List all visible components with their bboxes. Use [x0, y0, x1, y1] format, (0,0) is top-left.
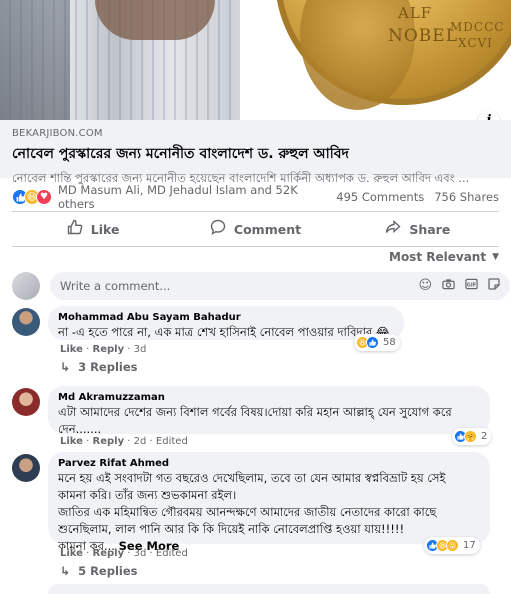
- medal-text-year-2: XCVI: [458, 36, 493, 50]
- comment-time[interactable]: 3d: [134, 548, 147, 559]
- comment-bubble: Parvez Rifat Ahmed মনে হয় এই সংবাদটা গত…: [48, 452, 490, 553]
- comment-reactions[interactable]: 😆 😮 17: [424, 537, 480, 554]
- comment-text: মনে হয় এই সংবাদটা গত বছরেও দেখেছিলাম, ত…: [58, 471, 446, 485]
- comment-meta: Like · Reply · 2d · Edited: [60, 436, 188, 447]
- reply-arrow-icon: ↳: [60, 564, 71, 578]
- gif-icon[interactable]: GIF: [465, 278, 478, 294]
- reactor-names[interactable]: MD Masum Ali, MD Jehadul Islam and 52K o…: [58, 183, 336, 211]
- edited-label: Edited: [155, 436, 188, 447]
- comment-like-link[interactable]: Like: [60, 436, 83, 447]
- share-count[interactable]: 756 Shares: [434, 190, 499, 204]
- avatar[interactable]: [12, 454, 40, 482]
- svg-text:GIF: GIF: [467, 282, 477, 288]
- share-arrow-icon: [385, 219, 401, 239]
- comment-sort-dropdown[interactable]: Most Relevant ▼: [389, 250, 499, 264]
- reply-arrow-icon: ↳: [60, 360, 71, 374]
- camera-icon[interactable]: [442, 278, 455, 294]
- comment-text: এটা আমাদের দেশের জন্য বিশাল গর্বের বিষয়…: [58, 405, 452, 419]
- comment: Md Akramuzzaman এটা আমাদের দেশের জন্য বি…: [12, 386, 502, 448]
- comment-meta: Like · Reply · 3d · Edited: [60, 548, 188, 559]
- avatar[interactable]: [12, 388, 40, 416]
- comment-input[interactable]: [60, 279, 419, 293]
- reaction-count: 58: [383, 337, 396, 348]
- edited-label: Edited: [155, 548, 188, 559]
- comment: Mohammad Abu Sayam Bahadur না -এ হতে পার…: [12, 306, 502, 376]
- thumbs-up-icon: [67, 219, 83, 239]
- comment-bubble-icon: [210, 219, 226, 239]
- reaction-icons[interactable]: 😆 ♥: [12, 189, 52, 205]
- comment-button[interactable]: Comment: [174, 216, 336, 242]
- comment-like-link[interactable]: Like: [60, 344, 83, 355]
- replies-label: 5 Replies: [78, 564, 138, 578]
- comment-text: জাতির এক মহিমান্বিত গৌরবময় আনন্দক্ষণে আ…: [58, 505, 437, 519]
- share-label: Share: [409, 221, 451, 237]
- comment-count[interactable]: 495 Comments: [336, 190, 424, 204]
- comment-time[interactable]: 2d: [134, 436, 147, 447]
- replies-label: 3 Replies: [78, 360, 138, 374]
- comment-time[interactable]: 3d: [134, 344, 147, 355]
- care-reaction-icon: 🤗: [464, 430, 477, 443]
- comment-reply-link[interactable]: Reply: [93, 344, 125, 355]
- post-actions: Like Comment Share: [12, 216, 499, 242]
- like-button[interactable]: Like: [12, 216, 174, 242]
- comment-text: শুনেছিলাম, লাল পানি আর কি কি দিয়েই নাকি…: [58, 522, 405, 536]
- chevron-down-icon: ▼: [492, 252, 499, 262]
- comment-reactions[interactable]: 🤗 2: [452, 428, 492, 445]
- wow-reaction-icon: 😮: [446, 539, 459, 552]
- link-title: নোবেল পুরস্কারের জন্য মনোনীত বাংলাদেশ ড.…: [12, 146, 349, 162]
- emoji-icon[interactable]: ☺: [418, 278, 432, 294]
- comment-author[interactable]: Mohammad Abu Sayam Bahadur: [58, 312, 394, 323]
- medal-text-alf: ALF: [398, 4, 433, 22]
- link-preview[interactable]: BEKARJIBON.COM নোবেল পুরস্কারের জন্য মনো…: [0, 120, 511, 185]
- comment-reply-link[interactable]: Reply: [93, 436, 125, 447]
- avatar[interactable]: [12, 308, 40, 336]
- sort-label: Most Relevant: [389, 250, 487, 264]
- comment-text: না -এ হতে পারে না, এক মাত্র শেখ হাসিনাই …: [58, 325, 390, 339]
- comment-reply-link[interactable]: Reply: [93, 548, 125, 559]
- view-replies-link[interactable]: ↳ 5 Replies: [60, 564, 137, 578]
- comment-composer: ☺ GIF: [12, 272, 510, 300]
- like-label: Like: [90, 221, 120, 237]
- post-link-image[interactable]: ALF NOBEL MDCCC XCVI: [0, 0, 511, 120]
- link-domain: BEKARJIBON.COM: [12, 128, 103, 139]
- comment-bubble: Mohammad Abu Sayam Bahadur না -এ হতে পার…: [48, 306, 404, 340]
- comment-label: Comment: [233, 221, 302, 237]
- love-reaction-icon: ♥: [36, 189, 52, 205]
- like-reaction-icon: [366, 336, 379, 349]
- comment-input-box[interactable]: ☺ GIF: [50, 272, 510, 300]
- share-button[interactable]: Share: [337, 216, 499, 242]
- comment-meta: Like · Reply · 3d: [60, 344, 147, 355]
- comment: Parvez Rifat Ahmed মনে হয় এই সংবাদটা গত…: [12, 452, 502, 582]
- view-replies-link[interactable]: ↳ 3 Replies: [60, 360, 137, 374]
- comment-author[interactable]: Md Akramuzzaman: [58, 392, 480, 403]
- medal-text-nobel: NOBEL: [388, 26, 459, 46]
- reaction-count: 2: [481, 431, 488, 442]
- medal-text-year-1: MDCCC: [450, 20, 505, 34]
- sticker-icon[interactable]: [488, 278, 500, 294]
- comment-text: দেন.......: [58, 422, 102, 436]
- comment-text: কামনা করি। তাঁর জন্য শুভকামনা রইল।: [58, 488, 237, 502]
- avatar: [12, 272, 40, 300]
- comment-reactions[interactable]: 😆 58: [354, 334, 400, 351]
- comment-like-link[interactable]: Like: [60, 548, 83, 559]
- reaction-count: 17: [463, 540, 476, 551]
- comment-author[interactable]: Parvez Rifat Ahmed: [58, 458, 480, 469]
- comment-bubble: Md Akramuzzaman এটা আমাদের দেশের জন্য বি…: [48, 386, 490, 436]
- divider: [12, 246, 499, 247]
- reaction-summary: 😆 ♥ MD Masum Ali, MD Jehadul Islam and 5…: [12, 183, 499, 211]
- divider: [12, 211, 499, 212]
- comment-bubble-partial: [48, 584, 490, 594]
